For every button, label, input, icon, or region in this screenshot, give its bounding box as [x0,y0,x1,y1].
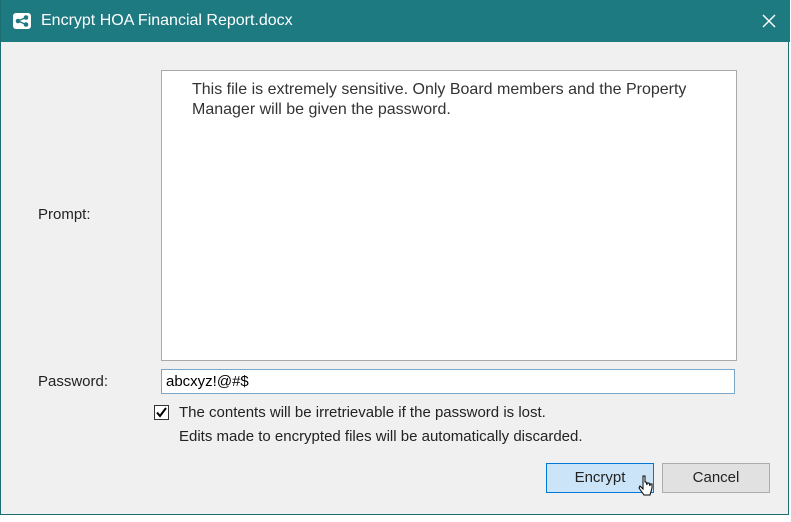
checkmark-icon [156,407,167,418]
cancel-button[interactable]: Cancel [662,463,770,493]
window-title: Encrypt HOA Financial Report.docx [41,12,293,29]
prompt-textarea[interactable]: This file is extremely sensitive. Only B… [161,70,737,361]
checkbox-label-line2: Edits made to encrypted files will be au… [179,428,583,445]
encrypt-button[interactable]: Encrypt [546,463,654,493]
irretrievable-checkbox[interactable] [154,405,169,420]
encrypt-dialog: Encrypt HOA Financial Report.docx Prompt… [0,0,790,515]
password-input[interactable] [161,369,735,394]
title-bar: Encrypt HOA Financial Report.docx [1,0,790,42]
prompt-text: This file is extremely sensitive. Only B… [192,81,687,118]
close-button[interactable] [754,6,784,36]
password-label: Password: [38,373,109,390]
close-icon[interactable] [754,6,784,36]
checkbox-label-line1[interactable]: The contents will be irretrievable if th… [179,404,546,422]
prompt-label: Prompt: [38,206,91,223]
app-icon [13,13,31,29]
